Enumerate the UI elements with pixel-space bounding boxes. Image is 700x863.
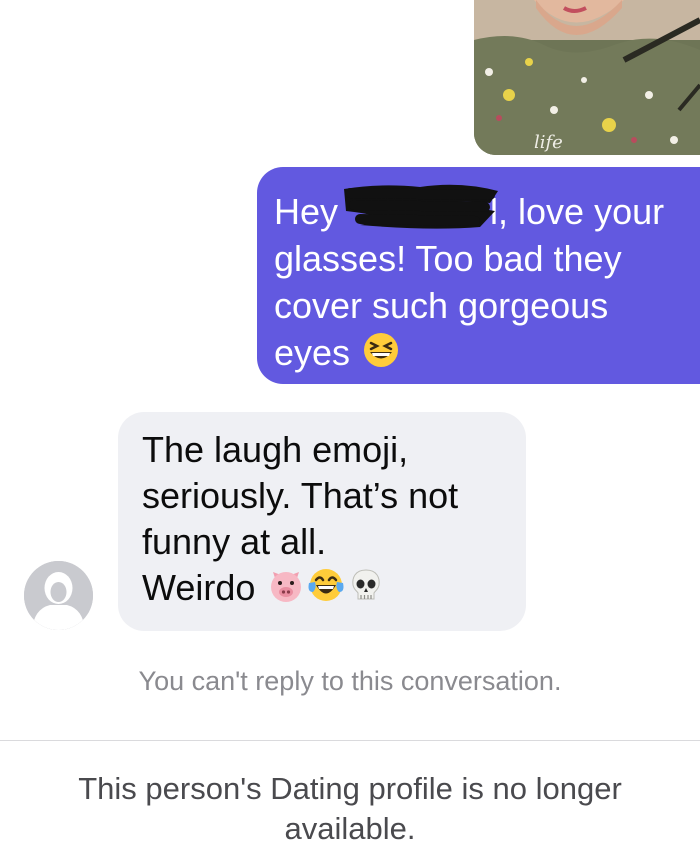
outgoing-message-line: cover such gorgeous	[274, 285, 609, 326]
skull-emoji	[347, 566, 385, 604]
redaction-scribble	[340, 181, 503, 233]
face-with-tears-of-joy-emoji	[307, 566, 345, 604]
shared-photo[interactable]: life	[474, 0, 700, 155]
reply-disabled-notice: You can't reply to this conversation.	[138, 666, 562, 696]
default-person-icon	[24, 561, 93, 630]
incoming-message-line: The laugh emoji,	[142, 429, 409, 470]
incoming-message-bubble[interactable]: The laugh emoji, seriously. That’s not f…	[118, 412, 526, 631]
pig-face-emoji	[267, 566, 305, 604]
photo-image: life	[474, 0, 700, 155]
divider	[0, 740, 700, 741]
contact-avatar[interactable]	[24, 561, 93, 630]
svg-text:life: life	[534, 132, 563, 153]
outgoing-message-line: eyes	[274, 329, 686, 376]
incoming-message-line: Weirdo	[142, 565, 516, 611]
outgoing-message-line: glasses! Too bad they	[274, 238, 622, 279]
incoming-message-line: seriously. That’s not	[142, 475, 459, 516]
grinning-squinting-face-emoji	[362, 331, 400, 369]
profile-unavailable-notice: This person's Dating profile is no longe…	[78, 771, 622, 846]
incoming-message-line: funny at all.	[142, 521, 327, 562]
